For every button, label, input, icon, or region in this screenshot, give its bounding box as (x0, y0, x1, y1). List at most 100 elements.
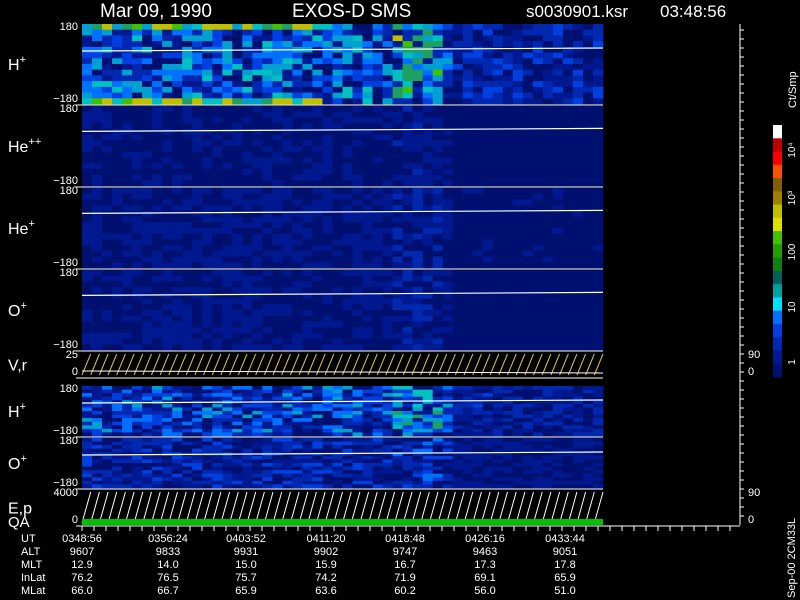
heatmap-cell (302, 81, 313, 88)
heatmap-cell (92, 396, 103, 401)
heatmap-cell (542, 389, 554, 394)
heatmap-cell (312, 298, 323, 305)
heatmap-cell (262, 315, 273, 322)
heatmap-cell (252, 344, 263, 351)
heatmap-cell (472, 216, 484, 223)
heatmap-cell (442, 473, 454, 478)
heatmap-cell (292, 455, 303, 460)
heatmap-cell (302, 425, 313, 430)
heatmap-cell (472, 287, 484, 294)
heatmap-cell (172, 455, 183, 460)
heatmap-cell (272, 180, 283, 187)
heatmap-cell (593, 24, 604, 31)
heatmap-cell (372, 188, 383, 195)
heatmap-cell (112, 64, 123, 71)
heatmap-cell (362, 310, 373, 317)
heatmap-cell (132, 338, 143, 345)
heatmap-cell (372, 163, 383, 170)
heatmap-cell (82, 386, 93, 390)
heatmap-cell (412, 438, 423, 442)
heatmap-cell (542, 459, 554, 464)
heatmap-cell (572, 140, 584, 147)
heatmap-cell (282, 98, 293, 105)
heatmap-cell (532, 459, 544, 464)
heatmap-cell (302, 448, 313, 453)
ephemeris-value: 51.0 (554, 585, 575, 597)
heatmap-cell (362, 250, 373, 257)
heatmap-cell (262, 287, 273, 294)
heatmap-cell (532, 146, 544, 153)
heatmap-cell (322, 466, 333, 471)
heatmap-cell (232, 292, 243, 299)
heatmap-cell (172, 473, 183, 478)
heatmap-cell (562, 174, 574, 181)
heatmap-cell (442, 52, 454, 59)
heatmap-cell (482, 24, 494, 31)
panel-label-sup: + (20, 401, 26, 413)
heatmap-cell (182, 188, 193, 195)
heatmap-cell (462, 304, 474, 311)
heatmap-cell (312, 29, 323, 36)
heatmap-cell (462, 222, 474, 229)
heatmap-cell (292, 287, 303, 294)
heatmap-cell (372, 123, 383, 130)
heatmap-cell (542, 327, 554, 334)
heatmap-cell (292, 98, 303, 105)
heatmap-cell (482, 98, 494, 105)
heatmap-cell (282, 24, 293, 31)
ephemeris-value: 15.0 (235, 559, 256, 571)
heatmap-cell (212, 157, 223, 164)
heatmap-cell (222, 123, 233, 130)
heatmap-cell (562, 111, 574, 118)
heatmap-cell (492, 455, 504, 460)
heatmap-cell (282, 86, 293, 93)
panel-label-sup: + (28, 218, 34, 230)
heatmap-cell (392, 86, 403, 93)
heatmap-cell (522, 463, 534, 467)
heatmap-cell (432, 411, 444, 415)
heatmap-cell (532, 292, 544, 299)
heatmap-cell (382, 24, 393, 31)
heatmap-cell (412, 396, 423, 401)
heatmap-cell (562, 199, 574, 206)
heatmap-cell (542, 455, 554, 460)
heatmap-cell (112, 304, 123, 311)
heatmap-cell (102, 134, 113, 141)
heatmap-cell (352, 262, 363, 269)
heatmap-cell (192, 386, 203, 390)
heatmap-cell (512, 262, 524, 269)
heatmap-cell (92, 250, 103, 257)
heatmap-cell (472, 188, 484, 195)
heatmap-cell (192, 448, 203, 453)
heatmap-cell (472, 117, 484, 124)
heatmap-cell (172, 411, 183, 415)
heatmap-cell (172, 270, 183, 277)
heatmap-cell (332, 75, 343, 82)
heatmap-cell (502, 338, 514, 345)
heatmap-cell (272, 418, 283, 423)
heatmap-cell (152, 396, 163, 401)
heatmap-cell (412, 425, 423, 430)
heatmap-cell (552, 407, 564, 412)
heatmap-cell (432, 24, 444, 31)
heatmap-cell (452, 151, 464, 158)
heatmap-cell (362, 174, 373, 181)
heatmap-cell (472, 228, 484, 235)
heatmap-cell (562, 86, 574, 93)
heatmap-cell (92, 315, 103, 322)
heatmap-cell (222, 310, 233, 317)
heatmap-cell (182, 455, 193, 460)
heatmap-cell (172, 228, 183, 235)
heatmap-cell (482, 92, 494, 99)
heatmap-cell (522, 315, 534, 322)
heatmap-cell (452, 287, 464, 294)
heatmap-cell (152, 386, 163, 390)
heatmap-cell (122, 41, 133, 48)
heatmap-cell (82, 188, 93, 195)
heatmap-cell (593, 418, 604, 423)
heatmap-cell (92, 389, 103, 394)
heatmap-cell (212, 292, 223, 299)
heatmap-cell (502, 210, 514, 217)
heatmap-cell (442, 123, 454, 130)
heatmap-cell (452, 86, 464, 93)
